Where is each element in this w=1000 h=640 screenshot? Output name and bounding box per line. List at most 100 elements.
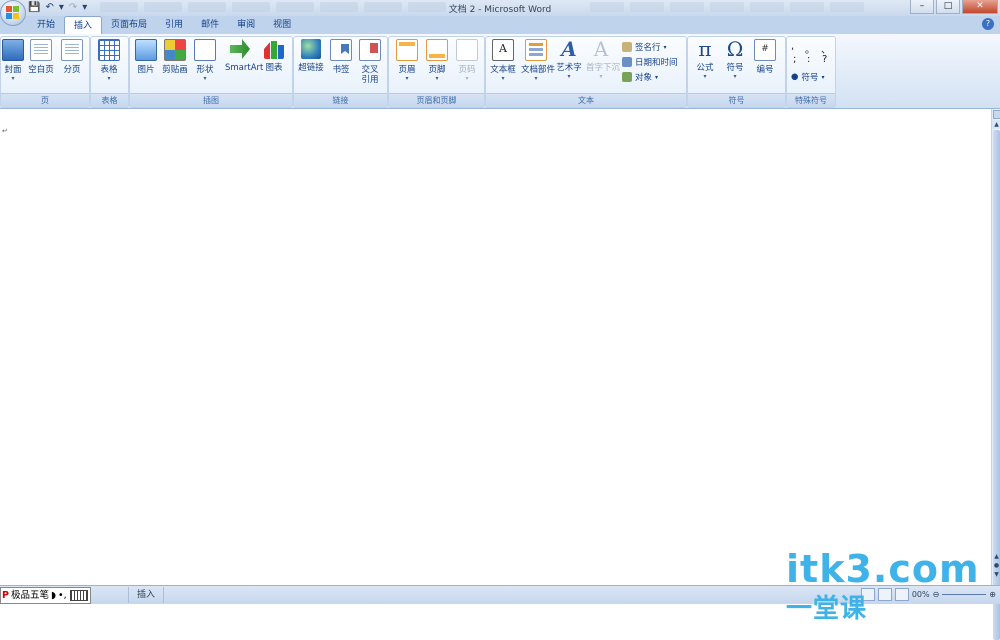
redo-icon[interactable]: ↷ (69, 1, 77, 15)
tab-home[interactable]: 开始 (28, 16, 64, 34)
symbol-label: 符号 (726, 63, 744, 73)
keyboard-icon[interactable] (69, 590, 88, 601)
half-moon-icon[interactable]: ◗ (50, 588, 57, 603)
wordart-button[interactable]: A 艺术字 ▾ (554, 39, 584, 81)
drop-cap-icon: A (593, 37, 609, 61)
cover-page-icon (2, 39, 24, 61)
drop-cap-button[interactable]: A 首字下沉 ▾ (586, 37, 621, 81)
wordart-label: 艺术字 (556, 63, 582, 73)
group-pages: 封面 ▾ 空白页 分页 页 (0, 36, 90, 108)
group-tables-label: 表格 (91, 93, 128, 107)
chevron-down-icon: ▾ (821, 73, 825, 81)
signature-line-label: 签名行 (635, 43, 661, 53)
customize-qat-icon[interactable]: ▾ (82, 1, 87, 15)
symbol-button[interactable]: Ω 符号 ▾ (720, 39, 750, 81)
group-pages-label: 页 (1, 93, 89, 107)
group-text-label: 文本 (486, 93, 686, 107)
group-text: A 文本框 ▾ 文档部件 ▾ A 艺术字 ▾ A 首字下沉 ▾ 签名行 ▾ 日期… (485, 36, 687, 108)
table-button[interactable]: 表格 ▾ (94, 39, 124, 83)
page-number-button[interactable]: 页码 ▾ (452, 39, 482, 83)
omega-icon: Ω (726, 37, 744, 61)
tab-view[interactable]: 视图 (264, 16, 300, 34)
tab-references[interactable]: 引用 (156, 16, 192, 34)
help-icon[interactable]: ? (982, 18, 994, 30)
chevron-down-icon[interactable]: ▾ (59, 1, 64, 15)
quick-access-toolbar: 💾 ↶ ▾ ↷ ▾ (28, 1, 87, 15)
smartart-button[interactable]: SmartArt (225, 39, 264, 73)
undo-icon[interactable]: ↶ (45, 1, 53, 15)
wordart-icon: A (561, 37, 577, 61)
clip-art-button[interactable]: 剪贴画 (160, 39, 190, 75)
document-area[interactable] (0, 109, 991, 585)
text-box-button[interactable]: A 文本框 ▾ (488, 39, 518, 83)
quick-parts-button[interactable]: 文档部件 ▾ (521, 39, 555, 83)
group-illustrations-label: 插图 (130, 93, 292, 107)
ribbon-tabs: 开始 插入 页面布局 引用 邮件 审阅 视图 (28, 16, 300, 35)
cover-page-button[interactable]: 封面 ▾ (0, 39, 28, 83)
picture-icon (135, 39, 157, 61)
clip-art-label: 剪贴画 (162, 65, 188, 75)
shapes-button[interactable]: 形状 ▾ (190, 39, 220, 83)
signature-line-icon (622, 42, 632, 52)
ime-logo: P (2, 590, 9, 601)
blurred-taskbar-area-right (590, 2, 864, 12)
special-char-semicolon[interactable]: ; (793, 54, 796, 65)
special-char-comma[interactable]: , (791, 41, 794, 52)
clip-art-icon (164, 39, 186, 61)
chevron-down-icon: ▾ (534, 75, 538, 82)
close-button[interactable]: ✕ (962, 0, 998, 14)
special-char-colon[interactable]: : (807, 54, 810, 65)
chart-button[interactable]: 图表 (259, 39, 289, 73)
minimize-button[interactable]: – (910, 0, 934, 14)
ime-toolbar[interactable]: P 极品五笔 ◗ •, (0, 587, 91, 604)
picture-button[interactable]: 图片 (131, 39, 161, 75)
chevron-down-icon: ▾ (703, 73, 707, 80)
tab-mailings[interactable]: 邮件 (192, 16, 228, 34)
chevron-down-icon: ▾ (663, 43, 667, 51)
chevron-down-icon: ▾ (733, 73, 737, 80)
scroll-up-icon[interactable]: ▲ (992, 120, 1000, 129)
date-time-button[interactable]: 日期和时间 (622, 56, 678, 68)
tab-review[interactable]: 审阅 (228, 16, 264, 34)
page-break-label: 分页 (63, 65, 81, 75)
cross-reference-button[interactable]: 交叉 引用 (355, 39, 385, 85)
group-symbols-label: 符号 (688, 93, 785, 107)
insert-mode-indicator[interactable]: 插入 (128, 587, 165, 603)
page-break-button[interactable]: 分页 (57, 39, 87, 75)
save-icon[interactable]: 💾 (28, 1, 40, 15)
table-label: 表格 (100, 65, 118, 75)
header-button[interactable]: 页眉 ▾ (392, 39, 422, 83)
maximize-button[interactable]: □ (936, 0, 960, 14)
chevron-down-icon: ▾ (567, 73, 571, 80)
numbering-button[interactable]: # 编号 (750, 39, 780, 75)
ribbon-tabs-bar: 开始 插入 页面布局 引用 邮件 审阅 视图 ? (0, 16, 1000, 35)
vertical-scrollbar[interactable]: ▲ ▲ ● ▼ (991, 109, 1000, 640)
drop-cap-label: 首字下沉 (586, 63, 621, 73)
tab-page-layout[interactable]: 页面布局 (102, 16, 156, 34)
hyperlink-button[interactable]: 超链接 (296, 39, 326, 73)
special-symbol-button[interactable]: ● 符号 ▾ (791, 71, 824, 83)
special-char-question[interactable]: ? (822, 54, 827, 65)
footer-button[interactable]: 页脚 ▾ (422, 39, 452, 83)
text-box-label: 文本框 (490, 65, 516, 75)
page-number-label: 页码 (458, 65, 476, 75)
footer-label: 页脚 (428, 65, 446, 75)
bookmark-button[interactable]: 书签 (326, 39, 356, 75)
chevron-down-icon: ▾ (501, 75, 505, 82)
punctuation-toggle[interactable]: •, (57, 588, 68, 603)
ime-name[interactable]: 极品五笔 (10, 588, 50, 603)
watermark-latin: itk3.com (786, 547, 980, 591)
bookmark-label: 书签 (332, 65, 350, 75)
ruler-toggle-button[interactable] (993, 110, 1000, 119)
group-symbols: π 公式 ▾ Ω 符号 ▾ # 编号 符号 (687, 36, 786, 108)
chevron-down-icon: ▾ (107, 75, 111, 82)
object-button[interactable]: 对象 ▾ (622, 71, 658, 83)
tab-insert[interactable]: 插入 (64, 16, 103, 35)
hyperlink-label: 超链接 (298, 63, 324, 73)
smartart-label: SmartArt (225, 63, 264, 73)
equation-button[interactable]: π 公式 ▾ (690, 39, 720, 81)
office-button[interactable] (0, 0, 26, 26)
blank-page-button[interactable]: 空白页 (26, 39, 56, 75)
signature-line-button[interactable]: 签名行 ▾ (622, 41, 667, 53)
cover-page-label: 封面 (4, 65, 22, 75)
